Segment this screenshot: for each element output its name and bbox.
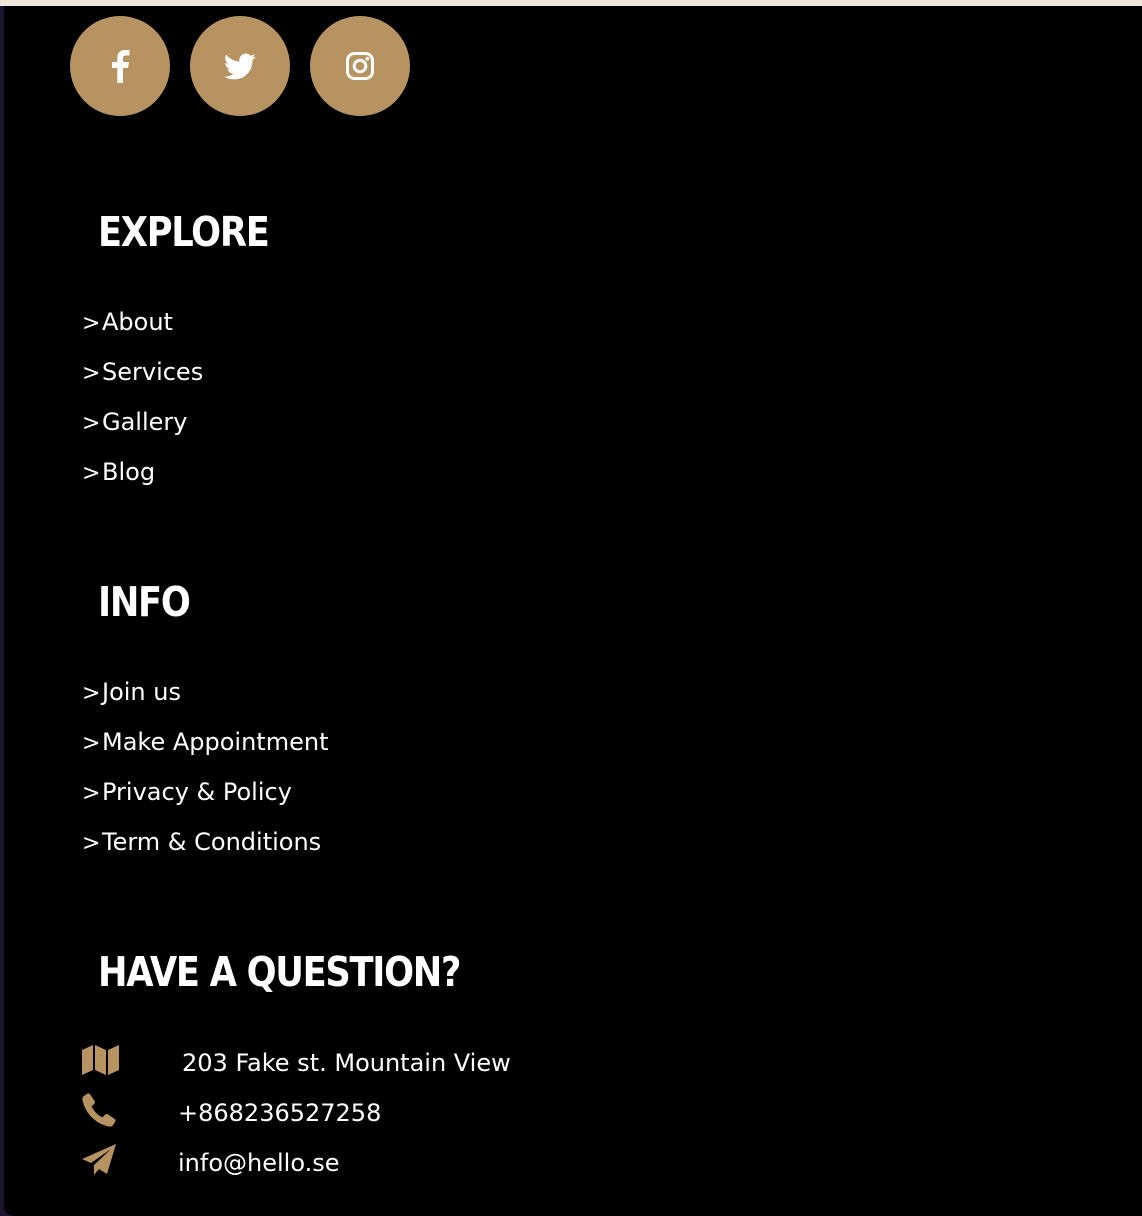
map-icon <box>82 1043 120 1077</box>
info-item-make-appointment[interactable]: >Make Appointment <box>82 725 328 775</box>
info-link-join-us[interactable]: >Join us <box>82 678 181 706</box>
chevron-right-icon: > <box>82 781 101 806</box>
chevron-right-icon: > <box>82 831 101 856</box>
social-links <box>70 16 410 116</box>
info-item-terms-conditions[interactable]: >Term & Conditions <box>82 825 328 875</box>
twitter-icon <box>224 53 256 80</box>
info-heading: INFO <box>98 578 191 626</box>
explore-item-label: Services <box>102 358 204 386</box>
paper-plane-icon <box>82 1143 120 1177</box>
info-link-terms-conditions[interactable]: >Term & Conditions <box>82 828 321 856</box>
info-item-label: Make Appointment <box>102 728 329 756</box>
instagram-icon <box>345 51 375 81</box>
phone-icon <box>82 1093 120 1127</box>
site-footer: EXPLORE >About >Services >Gallery >Blog … <box>4 6 1142 1216</box>
address-text: 203 Fake st. Mountain View <box>182 1049 511 1077</box>
facebook-icon <box>110 49 130 83</box>
phone-link[interactable]: +868236527258 <box>178 1092 381 1134</box>
info-item-label: Join us <box>102 678 181 706</box>
twitter-button[interactable] <box>190 16 290 116</box>
info-item-join-us[interactable]: >Join us <box>82 675 328 725</box>
explore-item-label: Blog <box>102 458 156 486</box>
explore-link-services[interactable]: >Services <box>82 358 203 386</box>
explore-link-about[interactable]: >About <box>82 308 173 336</box>
explore-item-gallery[interactable]: >Gallery <box>82 405 203 455</box>
explore-item-about[interactable]: >About <box>82 305 203 355</box>
info-links: >Join us >Make Appointment >Privacy & Po… <box>82 675 328 875</box>
instagram-button[interactable] <box>310 16 410 116</box>
info-item-privacy-policy[interactable]: >Privacy & Policy <box>82 775 328 825</box>
facebook-button[interactable] <box>70 16 170 116</box>
explore-heading: EXPLORE <box>98 208 270 256</box>
info-item-label: Privacy & Policy <box>102 778 292 806</box>
chevron-right-icon: > <box>82 461 101 486</box>
explore-link-gallery[interactable]: >Gallery <box>82 408 187 436</box>
explore-links: >About >Services >Gallery >Blog <box>82 305 203 505</box>
info-link-make-appointment[interactable]: >Make Appointment <box>82 728 328 756</box>
chevron-right-icon: > <box>82 311 101 336</box>
chevron-right-icon: > <box>82 731 101 756</box>
contact-heading: HAVE A QUESTION? <box>98 948 461 996</box>
explore-link-blog[interactable]: >Blog <box>82 458 155 486</box>
explore-item-blog[interactable]: >Blog <box>82 455 203 505</box>
explore-item-label: About <box>102 308 173 336</box>
email-link[interactable]: info@hello.se <box>178 1142 339 1184</box>
chevron-right-icon: > <box>82 681 101 706</box>
info-item-label: Term & Conditions <box>102 828 322 856</box>
info-link-privacy-policy[interactable]: >Privacy & Policy <box>82 778 292 806</box>
chevron-right-icon: > <box>82 411 101 436</box>
page-frame: EXPLORE >About >Services >Gallery >Blog … <box>0 0 1142 1216</box>
explore-item-services[interactable]: >Services <box>82 355 203 405</box>
chevron-right-icon: > <box>82 361 101 386</box>
explore-item-label: Gallery <box>102 408 188 436</box>
